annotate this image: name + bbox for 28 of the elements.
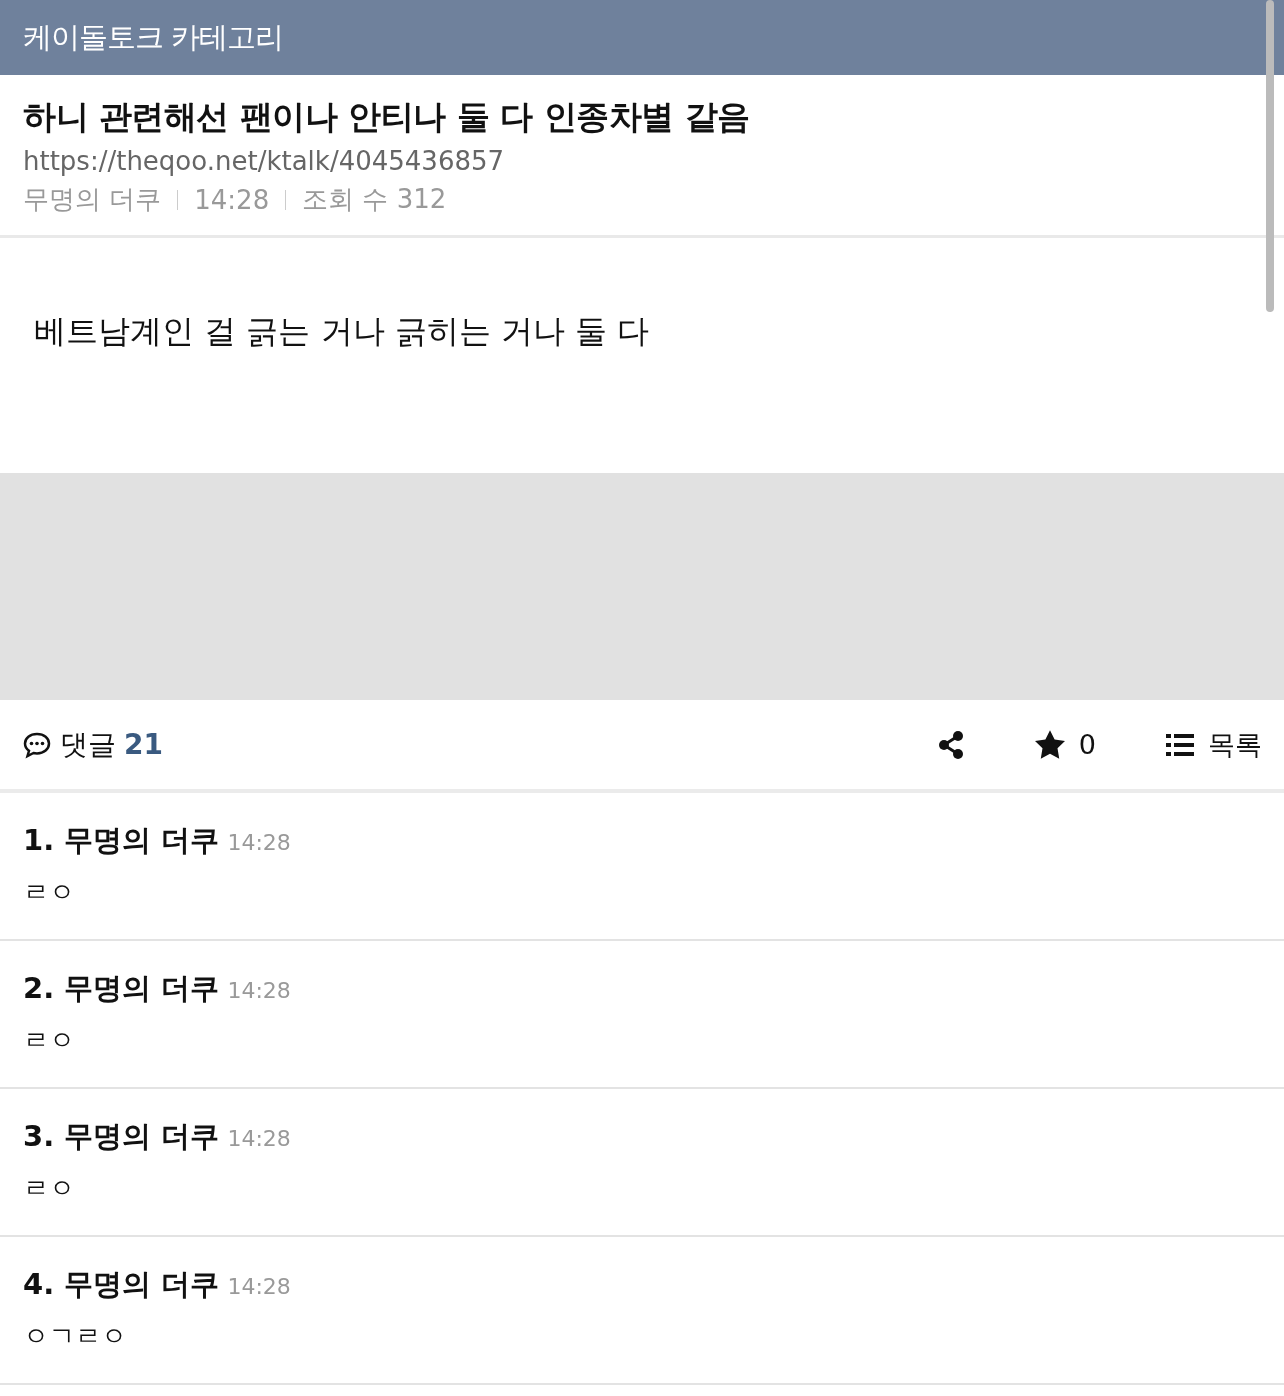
comment-count: 21 [124,728,163,761]
post-url[interactable]: https://theqoo.net/ktalk/4045436857 [23,146,505,176]
speech-bubble-icon [22,730,52,759]
comments-label[interactable]: 댓글 [60,725,116,764]
comment-text: ㄹㅇ [23,1172,75,1205]
comment-time: 14:28 [227,978,291,1003]
post-body: 베트남계인 걸 긁는 거나 긁히는 거나 둘 다 [34,312,650,350]
category-title: 케이돌토크 카테고리 [23,18,284,56]
comment-text: ㅇㄱㄹㅇ [23,1320,127,1353]
comment-author: 1. 무명의 더쿠 [23,822,220,859]
view-count: 조회 수 312 [302,183,447,216]
scrollbar[interactable] [1266,0,1274,312]
post-time: 14:28 [194,184,270,215]
share-icon[interactable] [936,729,965,760]
comment-author: 4. 무명의 더쿠 [23,1266,220,1303]
comment-text: ㄹㅇ [23,1024,75,1057]
comment-text: ㄹㅇ [23,876,75,909]
star-icon[interactable] [1034,730,1065,759]
post-title: 하니 관련해선 팬이나 안티나 둘 다 인종차별 같음 [23,96,750,138]
comment-time: 14:28 [227,1126,291,1151]
comment-author: 2. 무명의 더쿠 [23,970,220,1007]
comment-author: 3. 무명의 더쿠 [23,1118,220,1155]
star-count: 0 [1078,729,1096,760]
list-icon[interactable] [1166,732,1194,757]
comment-time: 14:28 [227,1274,291,1299]
list-link[interactable]: 목록 [1208,726,1262,763]
comment-time: 14:28 [227,830,291,855]
author-name: 무명의 더쿠 [23,183,162,216]
